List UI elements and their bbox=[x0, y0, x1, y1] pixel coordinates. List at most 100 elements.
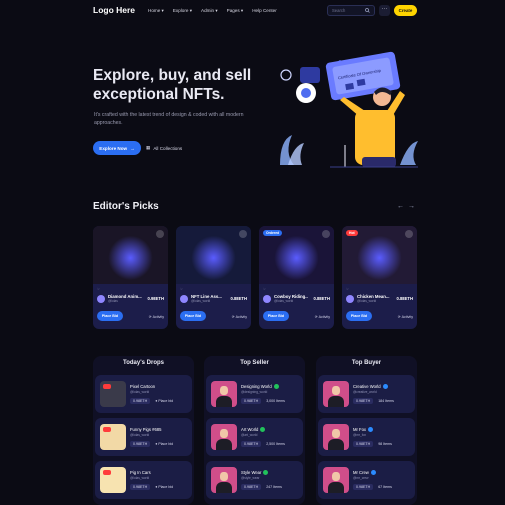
more-dots-icon[interactable]: ··· bbox=[379, 5, 390, 16]
nav-pages[interactable]: Pages ▾ bbox=[227, 8, 244, 14]
user-item[interactable]: Mr Crew @mr_crew 0.98ETH 67 Items bbox=[318, 461, 415, 499]
drop-item[interactable]: Pixel Cartoon @lolas_world 0.98ETH ● Plac… bbox=[95, 375, 192, 413]
editors-picks-title: Editor's Picks bbox=[93, 201, 159, 212]
item-name[interactable]: Style Wear bbox=[241, 470, 261, 475]
item-info: Creative World @creative_world 0.98ETH 18… bbox=[353, 384, 410, 405]
item-info: Designing World @designing_world 0.98ETH… bbox=[241, 384, 298, 405]
drop-item[interactable]: Pig In Cars @lolas_world 0.98ETH ● Place … bbox=[95, 461, 192, 499]
drop-thumbnail[interactable] bbox=[100, 467, 126, 493]
place-bid-label: Place bid bbox=[158, 442, 174, 446]
user-item[interactable]: Style Wear @style_wear 0.98ETH 247 Items bbox=[206, 461, 303, 499]
user-avatar[interactable] bbox=[323, 381, 349, 407]
nft-card[interactable]: Ordered ♡ Cowboy Riding... @lolas_world … bbox=[259, 226, 334, 329]
drop-thumbnail[interactable] bbox=[100, 381, 126, 407]
item-name[interactable]: Pixel Cartoon bbox=[130, 384, 155, 389]
verified-icon bbox=[260, 427, 266, 433]
item-info: Pig In Cars @lolas_world 0.98ETH ● Place … bbox=[130, 470, 187, 490]
nft-price-value: 0.88ETH bbox=[313, 296, 330, 301]
nav-help-center[interactable]: Help Center bbox=[252, 8, 277, 14]
status-badge: Ordered bbox=[263, 230, 283, 236]
heart-icon[interactable]: ♡ bbox=[263, 287, 266, 291]
activity-link[interactable]: ⟳ Activity bbox=[398, 315, 413, 319]
verified-icon bbox=[368, 427, 374, 433]
user-avatar[interactable] bbox=[211, 381, 237, 407]
nav-explore[interactable]: Explore ▾ bbox=[173, 8, 192, 14]
item-name[interactable]: Art World bbox=[241, 427, 258, 432]
favorite-icon[interactable] bbox=[156, 230, 164, 238]
place-bid-button[interactable]: Place Bid bbox=[180, 311, 206, 321]
item-stats: 0.98ETH 184 Items bbox=[353, 398, 410, 405]
user-item[interactable]: Mr Fox @mr_fox 0.98ETH 98 Items bbox=[318, 418, 415, 456]
live-badge bbox=[103, 384, 111, 389]
nft-handle[interactable]: @lolas bbox=[108, 299, 142, 303]
nft-handle[interactable]: @lolas_world bbox=[357, 299, 391, 303]
place-bid-link[interactable]: ● Place bid bbox=[155, 485, 173, 489]
drop-thumbnail[interactable] bbox=[100, 424, 126, 450]
item-name[interactable]: Mr Fox bbox=[353, 427, 366, 432]
nav-admin[interactable]: Admin ▾ bbox=[201, 8, 218, 14]
items-count: 98 Items bbox=[378, 442, 392, 447]
logo[interactable]: Logo Here bbox=[93, 5, 135, 15]
card-meta: ♡ bbox=[263, 287, 330, 291]
item-name[interactable]: Funny Pigs #685 bbox=[130, 427, 161, 432]
nft-card[interactable]: Hot ♡ Chicken Mean... @lolas_world 0.88E… bbox=[342, 226, 417, 329]
arrow-right-icon[interactable]: → bbox=[408, 203, 415, 210]
search-placeholder: Search bbox=[332, 8, 346, 13]
all-collections-link[interactable]: ▦ All Collections bbox=[146, 145, 182, 151]
heart-icon[interactable]: ♡ bbox=[346, 287, 349, 291]
item-name[interactable]: Mr Crew bbox=[353, 470, 369, 475]
item-info: Style Wear @style_wear 0.98ETH 247 Items bbox=[241, 470, 298, 491]
verified-icon bbox=[382, 384, 388, 390]
arrow-left-icon[interactable]: ← bbox=[397, 203, 404, 210]
activity-link[interactable]: ⟳ Activity bbox=[315, 315, 330, 319]
avatar[interactable] bbox=[97, 294, 105, 303]
user-avatar[interactable] bbox=[323, 467, 349, 493]
place-bid-link[interactable]: ● Place bid bbox=[155, 442, 173, 446]
item-name[interactable]: Pig In Cars bbox=[130, 470, 151, 475]
nft-handle[interactable]: @lolas_world bbox=[191, 299, 225, 303]
favorite-icon[interactable] bbox=[239, 230, 247, 238]
item-stats: 0.98ETH 247 Items bbox=[241, 484, 298, 491]
place-bid-button[interactable]: Place Bid bbox=[346, 311, 372, 321]
explore-now-button[interactable]: Explore Now → bbox=[93, 141, 141, 155]
search-input[interactable]: Search bbox=[327, 5, 375, 16]
place-bid-button[interactable]: Place Bid bbox=[263, 311, 289, 321]
user-avatar[interactable] bbox=[211, 424, 237, 450]
nft-handle[interactable]: @lolas_world bbox=[274, 299, 308, 303]
activity-link[interactable]: ⟳ Activity bbox=[232, 315, 247, 319]
search-icon[interactable] bbox=[365, 8, 370, 13]
heart-icon[interactable]: ♡ bbox=[97, 287, 100, 291]
nft-card[interactable]: ♡ Diamond Anim... @lolas 0.98ETH Place B… bbox=[93, 226, 168, 329]
item-name[interactable]: Creative World bbox=[353, 384, 381, 389]
place-bid-link[interactable]: ● Place bid bbox=[155, 399, 173, 403]
item-name[interactable]: Designing World bbox=[241, 384, 272, 389]
avatar[interactable] bbox=[346, 294, 354, 303]
avatar[interactable] bbox=[263, 294, 271, 303]
item-handle: @art_world bbox=[241, 433, 258, 438]
avatar[interactable] bbox=[180, 294, 188, 303]
heart-icon[interactable]: ♡ bbox=[180, 287, 183, 291]
activity-link[interactable]: ⟳ Activity bbox=[149, 315, 164, 319]
user-item[interactable]: Creative World @creative_world 0.98ETH 18… bbox=[318, 375, 415, 413]
create-button[interactable]: Create bbox=[394, 5, 417, 16]
card-meta: ♡ bbox=[346, 287, 413, 291]
user-item[interactable]: Designing World @designing_world 0.98ETH… bbox=[206, 375, 303, 413]
activity-label: Activity bbox=[235, 315, 247, 319]
drop-item[interactable]: Funny Pigs #685 @lolas_world 0.98ETH ● Pl… bbox=[95, 418, 192, 456]
price-pill: 0.98ETH bbox=[241, 398, 262, 405]
user-item[interactable]: Art World @art_world 0.98ETH 2,500 Items bbox=[206, 418, 303, 456]
nav-home[interactable]: Home ▾ bbox=[148, 8, 164, 14]
place-bid-button[interactable]: Place Bid bbox=[97, 311, 123, 321]
verified-icon bbox=[263, 470, 269, 476]
item-stats: 0.98ETH ● Place bid bbox=[130, 398, 187, 404]
user-avatar[interactable] bbox=[211, 467, 237, 493]
item-stats: 0.98ETH ● Place bid bbox=[130, 484, 187, 490]
favorite-icon[interactable] bbox=[322, 230, 330, 238]
arrow-right-icon: → bbox=[130, 145, 135, 151]
nft-card[interactable]: ♡ NFT Line Ass... @lolas_world 0.88ETH P… bbox=[176, 226, 251, 329]
hero-illustration: Certificate Of Ownership bbox=[280, 51, 418, 168]
nft-price-value: 0.88ETH bbox=[230, 296, 247, 301]
user-avatar[interactable] bbox=[323, 424, 349, 450]
card-info: Cowboy Riding... @lolas_world 0.88ETH bbox=[263, 294, 330, 303]
favorite-icon[interactable] bbox=[405, 230, 413, 238]
